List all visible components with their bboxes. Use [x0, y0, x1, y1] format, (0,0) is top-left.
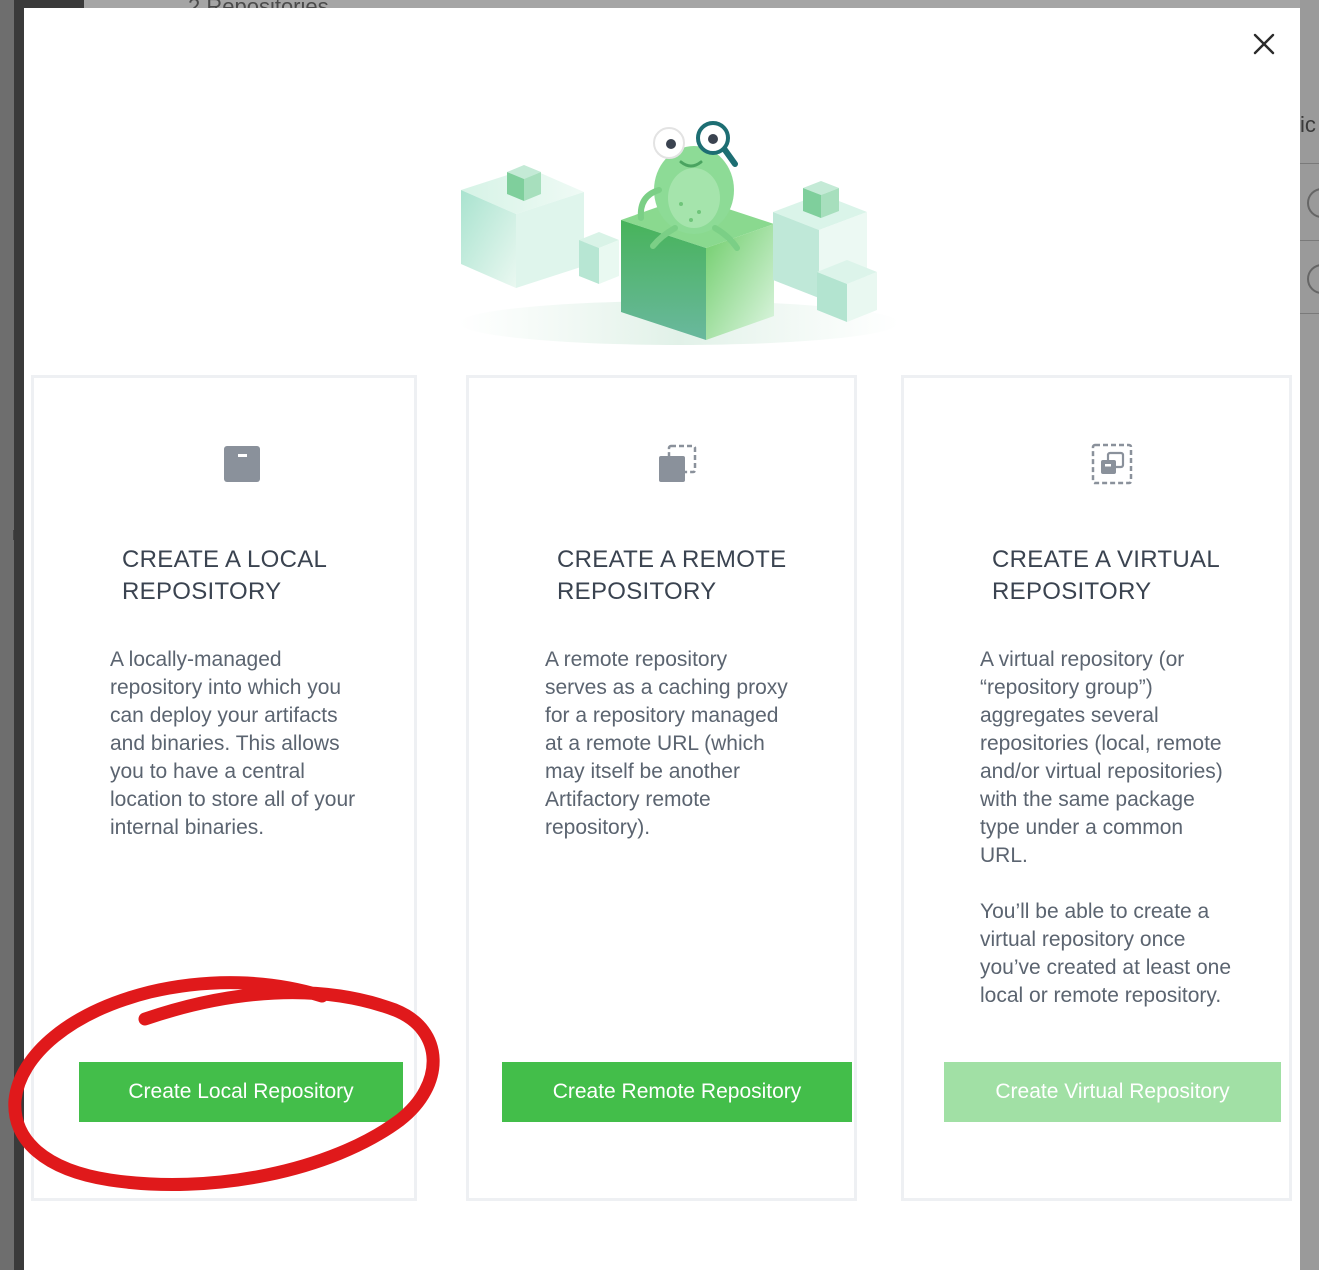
background-text-fragment: n: [12, 524, 23, 544]
card-virtual-repository: CREATE A VIRTUAL REPOSITORY A virtual re…: [901, 375, 1292, 1201]
create-virtual-repository-button[interactable]: Create Virtual Repository: [944, 1062, 1281, 1122]
close-icon: [1253, 33, 1275, 55]
local-repository-icon: [224, 446, 260, 482]
card-title: CREATE A REMOTE REPOSITORY: [557, 546, 787, 605]
remote-repository-icon: [659, 444, 697, 482]
card-description: A remote repository serves as a caching …: [545, 648, 788, 839]
card-remote-repository: CREATE A REMOTE REPOSITORY A remote repo…: [466, 375, 857, 1201]
card-local-repository: CREATE A LOCAL REPOSITORY A locally-mana…: [31, 375, 417, 1201]
create-repository-modal: CREATE A LOCAL REPOSITORY A locally-mana…: [24, 8, 1300, 1270]
create-remote-repository-button[interactable]: Create Remote Repository: [502, 1062, 852, 1122]
card-description: A locally-managed repository into which …: [110, 648, 356, 839]
background-column-header: ic: [1300, 112, 1316, 137]
close-button[interactable]: [1248, 28, 1280, 60]
background-left-strip: [0, 0, 14, 1270]
card-title: CREATE A VIRTUAL REPOSITORY: [992, 546, 1220, 605]
virtual-repository-icon: [1091, 443, 1133, 485]
card-title: CREATE A LOCAL REPOSITORY: [122, 546, 328, 605]
frog-mascot-with-cubes-illustration: [459, 121, 899, 345]
background-divider: [1300, 240, 1319, 241]
card-description: A virtual repository (or “repository gro…: [980, 648, 1231, 1007]
create-local-repository-button[interactable]: Create Local Repository: [79, 1062, 403, 1122]
background-divider: [1300, 163, 1319, 164]
background-divider: [1300, 313, 1319, 314]
